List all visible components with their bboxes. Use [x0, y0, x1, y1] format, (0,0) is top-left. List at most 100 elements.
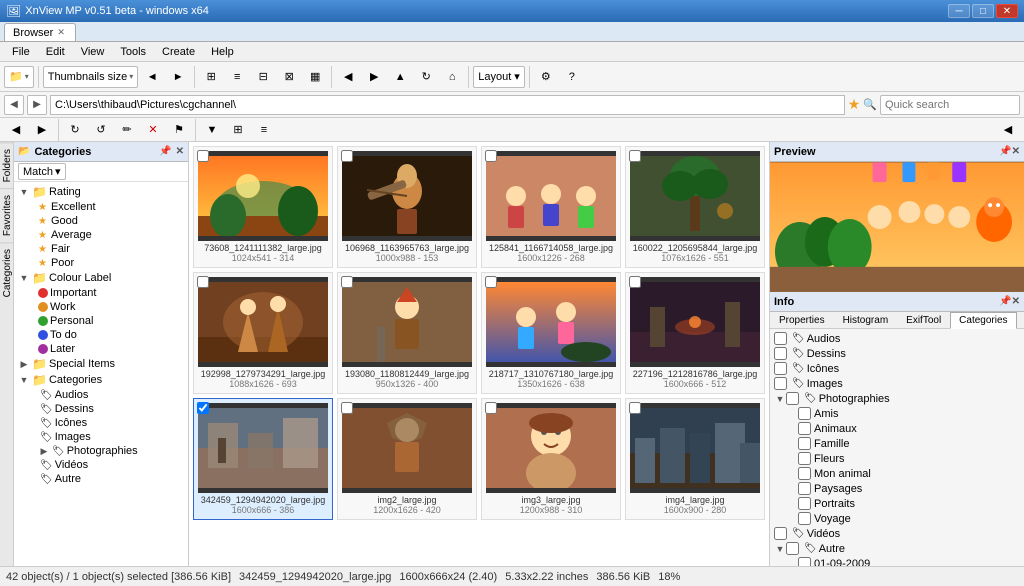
info-tree-photographies[interactable]: ▼ 🏷 Photographies [770, 391, 1024, 406]
menu-help[interactable]: Help [203, 44, 242, 60]
nav-refresh-btn[interactable]: ↻ [414, 65, 438, 89]
delete-btn[interactable]: ✕ [141, 118, 165, 142]
thumbnail-item-0[interactable]: 73608_1241111382_large.jpg1024x541 - 314 [193, 146, 333, 268]
rotate-ccw-btn[interactable]: ↺ [89, 118, 113, 142]
thumbnail-item-11[interactable]: img4_large.jpg1600x900 - 280 [625, 398, 765, 520]
bookmark-star-icon[interactable]: ★ [848, 96, 861, 113]
info-pin-btn[interactable]: 📌 [999, 296, 1011, 307]
info-tree-icones[interactable]: 🏷 Icônes [770, 361, 1024, 376]
match-dropdown[interactable]: Match ▾ [18, 163, 66, 180]
tree-item-special[interactable]: ▶ 📁 Special Items [14, 356, 188, 372]
filter-nav-back[interactable]: ◀ [4, 118, 28, 142]
tree-item-important[interactable]: Important [14, 286, 188, 300]
tree-item-average[interactable]: ★ Average [14, 228, 188, 242]
rotate-cw-btn[interactable]: ↻ [63, 118, 87, 142]
thumbnail-item-6[interactable]: 218717_1310767180_large.jpg1350x1626 - 6… [481, 272, 621, 394]
tree-item-rating[interactable]: ▼ 📁 Rating [14, 184, 188, 200]
cb-images[interactable] [774, 377, 787, 390]
tree-item-autre[interactable]: 🏷 Autre [14, 472, 188, 486]
thumb-checkbox-5[interactable] [341, 276, 353, 288]
info-tree-2009[interactable]: 01-09-2009 [770, 556, 1024, 566]
thumbnail-item-3[interactable]: 160022_1205695844_large.jpg1076x1626 - 5… [625, 146, 765, 268]
browser-tab[interactable]: Browser ✕ [4, 23, 76, 41]
cb-icones[interactable] [774, 362, 787, 375]
tree-item-good[interactable]: ★ Good [14, 214, 188, 228]
info-tree-videos[interactable]: 🏷 Vidéos [770, 526, 1024, 541]
thumbnails-size-dropdown[interactable]: Thumbnails size ▾ [43, 66, 139, 88]
thumbnail-item-10[interactable]: img3_large.jpg1200x988 - 310 [481, 398, 621, 520]
nav-forward-btn[interactable]: ▶ [362, 65, 386, 89]
view-btn-5[interactable]: ▦ [303, 65, 327, 89]
tree-item-videos[interactable]: 🏷 Vidéos [14, 458, 188, 472]
layout-dropdown[interactable]: Layout ▾ [473, 66, 525, 88]
quick-search-input[interactable] [880, 95, 1020, 115]
tree-item-todo[interactable]: To do [14, 328, 188, 342]
collapse-btn[interactable]: ◀ [996, 118, 1020, 142]
info-tree-images[interactable]: 🏷 Images [770, 376, 1024, 391]
view-btn-1[interactable]: ⊞ [199, 65, 223, 89]
menu-file[interactable]: File [4, 44, 38, 60]
info-close-btn[interactable]: ✕ [1012, 296, 1020, 307]
thumb-checkbox-0[interactable] [197, 150, 209, 162]
thumb-checkbox-6[interactable] [485, 276, 497, 288]
cb-photographies[interactable] [786, 392, 799, 405]
cb-audios[interactable] [774, 332, 787, 345]
tab-close-icon[interactable]: ✕ [57, 27, 65, 38]
tree-item-later[interactable]: Later [14, 342, 188, 356]
thumbnail-item-7[interactable]: 227196_1212816786_large.jpg1600x666 - 51… [625, 272, 765, 394]
info-tree-dessins[interactable]: 🏷 Dessins [770, 346, 1024, 361]
tree-item-dessins[interactable]: 🏷 Dessins [14, 402, 188, 416]
preview-close-btn[interactable]: ✕ [1012, 146, 1020, 157]
menu-create[interactable]: Create [154, 44, 203, 60]
info-tree-fleurs[interactable]: Fleurs [770, 451, 1024, 466]
size-increase-btn[interactable]: ► [166, 65, 190, 89]
cb-fleurs[interactable] [798, 452, 811, 465]
cb-portraits[interactable] [798, 497, 811, 510]
favorites-tab[interactable]: Favorites [0, 188, 13, 242]
cb-paysages[interactable] [798, 482, 811, 495]
info-tree-mon-animal[interactable]: Mon animal [770, 466, 1024, 481]
info-tree-amis[interactable]: Amis [770, 406, 1024, 421]
categories-side-tab[interactable]: Categories [0, 242, 13, 303]
panel-pin-btn[interactable]: 📌 [159, 146, 171, 157]
thumbnail-item-5[interactable]: 193080_1180812449_large.jpg950x1326 - 40… [337, 272, 477, 394]
thumbnail-item-8[interactable]: 342459_1294942020_large.jpg1600x666 - 38… [193, 398, 333, 520]
folder-dropdown[interactable]: 📁 ▾ [4, 66, 34, 88]
thumb-checkbox-10[interactable] [485, 402, 497, 414]
tab-categories[interactable]: Categories [950, 312, 1016, 329]
list-view-btn[interactable]: ≡ [252, 118, 276, 142]
folders-tab[interactable]: Folders [0, 142, 13, 188]
thumb-checkbox-11[interactable] [629, 402, 641, 414]
info-tree-portraits[interactable]: Portraits [770, 496, 1024, 511]
info-tree-autre[interactable]: ▼ 🏷 Autre [770, 541, 1024, 556]
menu-view[interactable]: View [73, 44, 113, 60]
cb-voyage[interactable] [798, 512, 811, 525]
cb-famille[interactable] [798, 437, 811, 450]
close-button[interactable]: ✕ [996, 4, 1018, 18]
view-btn-4[interactable]: ⊠ [277, 65, 301, 89]
cb-animaux[interactable] [798, 422, 811, 435]
menu-tools[interactable]: Tools [112, 44, 154, 60]
filter-nav-forward[interactable]: ▶ [30, 118, 54, 142]
address-input[interactable] [50, 95, 845, 115]
thumb-checkbox-9[interactable] [341, 402, 353, 414]
thumb-checkbox-2[interactable] [485, 150, 497, 162]
maximize-button[interactable]: □ [972, 4, 994, 18]
cb-2009[interactable] [798, 557, 811, 566]
tree-item-poor[interactable]: ★ Poor [14, 256, 188, 270]
tree-item-excellent[interactable]: ★ Excellent [14, 200, 188, 214]
info-tree-audios[interactable]: 🏷 Audios [770, 331, 1024, 346]
thumb-checkbox-3[interactable] [629, 150, 641, 162]
info-tree-voyage[interactable]: Voyage [770, 511, 1024, 526]
thumb-checkbox-4[interactable] [197, 276, 209, 288]
nav-home-btn[interactable]: ⌂ [440, 65, 464, 89]
addr-back-btn[interactable]: ◀ [4, 95, 24, 115]
filter-btn[interactable]: ▼ [200, 118, 224, 142]
menu-edit[interactable]: Edit [38, 44, 73, 60]
tree-item-colour-label[interactable]: ▼ 📁 Colour Label [14, 270, 188, 286]
tree-item-audios[interactable]: 🏷 Audios [14, 388, 188, 402]
thumb-checkbox-1[interactable] [341, 150, 353, 162]
thumb-checkbox-7[interactable] [629, 276, 641, 288]
tree-item-images[interactable]: 🏷 Images [14, 430, 188, 444]
nav-back-btn[interactable]: ◀ [336, 65, 360, 89]
